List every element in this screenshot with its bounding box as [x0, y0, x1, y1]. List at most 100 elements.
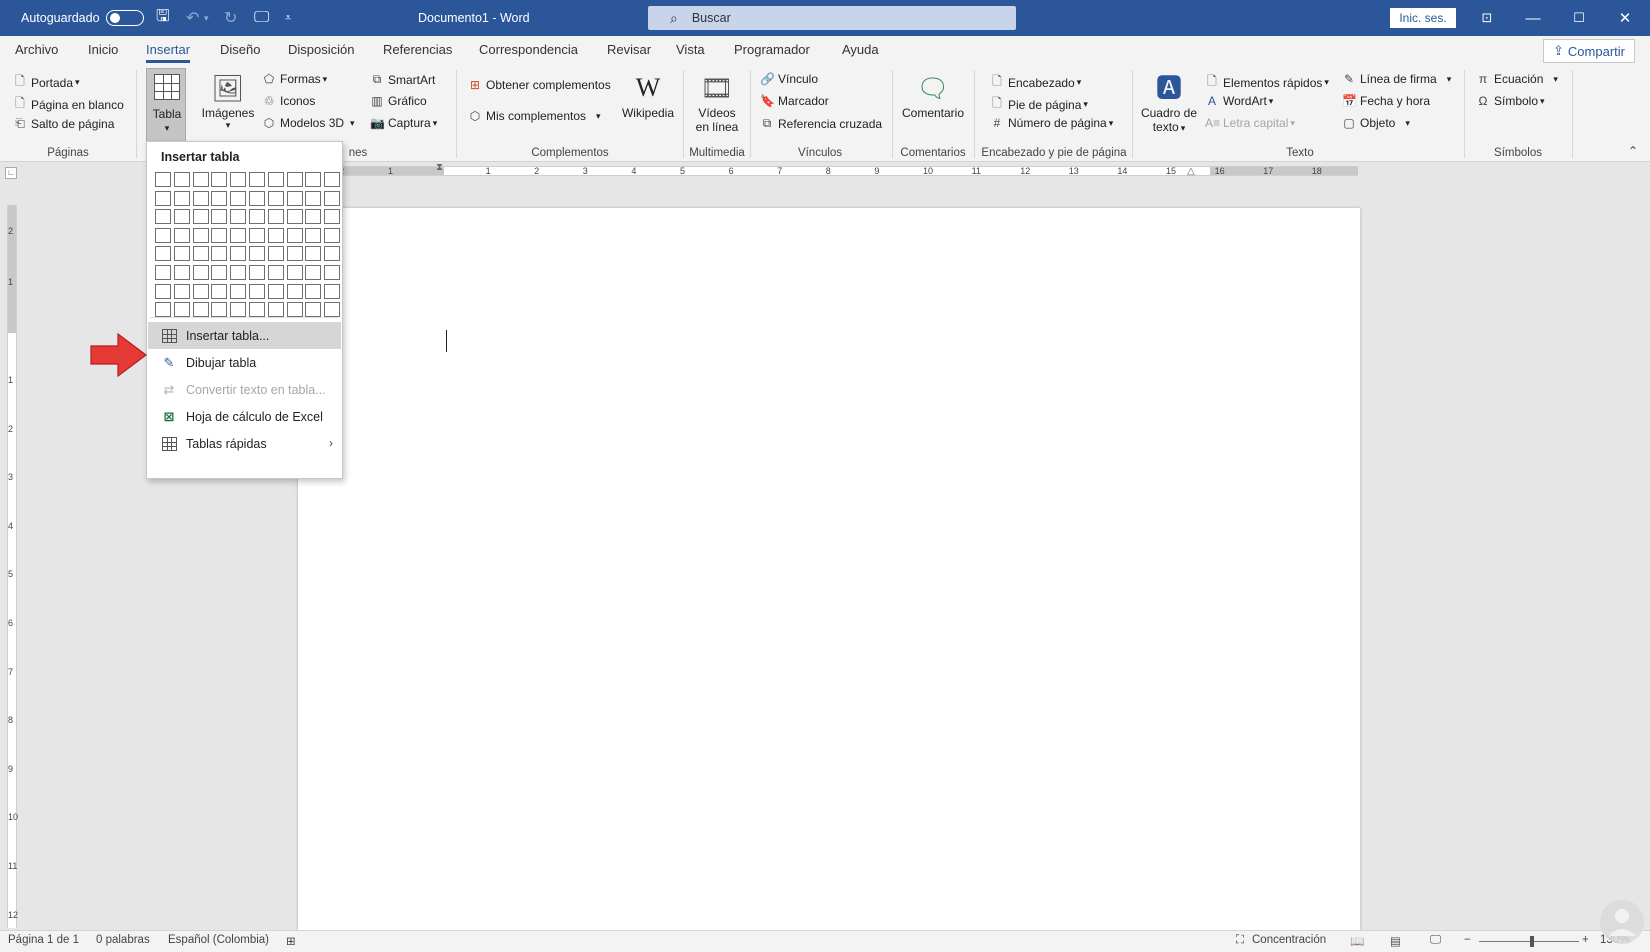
table-grid-cell[interactable] [211, 265, 228, 280]
undo-icon[interactable]: ↶ [186, 0, 199, 36]
referencia-cruzada-button[interactable]: ⧉ Referencia cruzada [760, 116, 882, 131]
table-grid-cell[interactable] [324, 190, 341, 206]
table-grid-cell[interactable] [230, 283, 247, 299]
table-grid-cell[interactable] [211, 190, 228, 206]
document-page[interactable] [298, 208, 1360, 930]
table-grid-cell[interactable] [249, 283, 265, 299]
table-grid-cell[interactable] [211, 172, 228, 187]
table-grid-cell[interactable] [249, 209, 265, 225]
comentario-button[interactable]: 🗨 Comentario [898, 70, 968, 120]
marcador-button[interactable]: 🔖 Marcador [760, 94, 829, 108]
table-grid-cell[interactable] [324, 227, 341, 243]
focus-mode[interactable]: Concentración [1252, 934, 1326, 946]
indent-marker-icon[interactable]: ⧗ [436, 162, 443, 173]
table-grid-cell[interactable] [173, 246, 190, 262]
table-grid-cell[interactable] [230, 172, 247, 187]
print-layout-icon[interactable]: ▤ [1390, 934, 1401, 948]
wikipedia-button[interactable]: W Wikipedia [618, 70, 678, 120]
table-grid-cell[interactable] [267, 172, 284, 187]
table-grid-cell[interactable] [230, 227, 247, 243]
table-grid-cell[interactable] [192, 265, 209, 280]
table-grid-cell[interactable] [173, 190, 190, 206]
accessibility-icon[interactable]: ⊞ [286, 934, 296, 948]
autosave-toggle[interactable] [106, 0, 144, 36]
table-grid-cell[interactable] [173, 302, 190, 318]
present-icon[interactable]: 🖵 [254, 0, 269, 36]
numero-de-pagina-button[interactable]: # Número de página ▾ [990, 116, 1114, 130]
tab-programador[interactable]: Programador [734, 36, 810, 64]
pagina-en-blanco-button[interactable]: 🗋 Página en blanco [13, 94, 124, 115]
table-grid-cell[interactable] [155, 172, 171, 187]
hoja-excel-item[interactable]: ⊠ Hoja de cálculo de Excel [148, 403, 341, 430]
imagenes-button[interactable]: 🖼 Imágenes ▾ [200, 70, 256, 131]
tab-inicio[interactable]: Inicio [88, 36, 118, 64]
tab-disposicion[interactable]: Disposición [288, 36, 354, 64]
insertar-tabla-item[interactable]: Insertar tabla... [148, 322, 341, 349]
table-grid-cell[interactable] [192, 246, 209, 262]
mis-complementos-button[interactable]: ⬡ Mis complementos ▾ [468, 109, 601, 123]
fecha-y-hora-button[interactable]: 📅 Fecha y hora [1342, 94, 1430, 108]
table-grid-cell[interactable] [173, 283, 190, 299]
tab-archivo[interactable]: Archivo [15, 36, 58, 64]
linea-de-firma-button[interactable]: ✎ Línea de firma ▾ [1342, 72, 1451, 86]
table-grid-cell[interactable] [173, 209, 190, 225]
grafico-button[interactable]: ▥ Gráfico [370, 94, 426, 108]
vinculo-button[interactable]: 🔗 Vínculo [760, 72, 818, 86]
zoom-in-icon[interactable]: + [1582, 934, 1589, 946]
table-grid-cell[interactable] [324, 302, 341, 318]
page-count[interactable]: Página 1 de 1 [8, 934, 79, 946]
table-grid-cell[interactable] [211, 227, 228, 243]
table-grid-cell[interactable] [249, 227, 265, 243]
collapse-ribbon-icon[interactable]: ⌃ [1628, 144, 1638, 158]
cuadro-de-texto-button[interactable]: 🅰 Cuadro de texto ▾ [1138, 70, 1200, 134]
captura-button[interactable]: 📷 Captura ▾ [370, 116, 437, 130]
table-grid-cell[interactable] [267, 209, 284, 225]
portada-button[interactable]: 🗋 Portada ▾ [13, 72, 79, 93]
table-grid-cell[interactable] [305, 190, 322, 206]
table-grid-cell[interactable] [230, 265, 247, 280]
table-grid-cell[interactable] [230, 190, 247, 206]
table-grid-cell[interactable] [286, 209, 303, 225]
table-grid-cell[interactable] [155, 209, 171, 225]
tab-vista[interactable]: Vista [676, 36, 705, 64]
table-grid-cell[interactable] [173, 265, 190, 280]
table-grid-cell[interactable] [267, 190, 284, 206]
table-grid-cell[interactable] [324, 246, 341, 262]
save-icon[interactable]: 🖫 [156, 0, 170, 36]
table-grid-cell[interactable] [267, 283, 284, 299]
table-grid-cell[interactable] [192, 227, 209, 243]
videos-en-linea-button[interactable]: 🎞 Vídeos en línea [688, 70, 746, 134]
table-grid-cell[interactable] [305, 246, 322, 262]
table-grid-cell[interactable] [211, 302, 228, 318]
table-grid-cell[interactable] [173, 227, 190, 243]
read-mode-icon[interactable]: 📖 [1350, 934, 1364, 948]
table-grid-cell[interactable] [286, 283, 303, 299]
ecuacion-button[interactable]: π Ecuación ▾ [1476, 72, 1558, 86]
table-grid-cell[interactable] [155, 246, 171, 262]
table-grid-cell[interactable] [267, 302, 284, 318]
table-grid-cell[interactable] [305, 227, 322, 243]
table-grid-cell[interactable] [324, 265, 341, 280]
signin-button[interactable]: Inic. ses. [1390, 8, 1456, 28]
table-grid-cell[interactable] [305, 302, 322, 318]
table-grid-cell[interactable] [155, 227, 171, 243]
objeto-button[interactable]: ▢ Objeto ▾ [1342, 116, 1410, 130]
table-grid-cell[interactable] [249, 246, 265, 262]
table-grid-cell[interactable] [324, 172, 341, 187]
table-grid-cell[interactable] [249, 265, 265, 280]
table-grid-cell[interactable] [155, 190, 171, 206]
table-grid-cell[interactable] [249, 172, 265, 187]
share-button[interactable]: ⇪ Compartir [1543, 39, 1635, 63]
pie-de-pagina-button[interactable]: 🗋 Pie de página ▾ [990, 94, 1088, 115]
tab-referencias[interactable]: Referencias [383, 36, 452, 64]
table-grid-cell[interactable] [249, 302, 265, 318]
zoom-slider-thumb[interactable] [1530, 936, 1534, 947]
tab-selector[interactable]: ∟ [5, 167, 17, 179]
smartart-button[interactable]: ⧉ SmartArt [370, 72, 436, 87]
table-grid-cell[interactable] [286, 172, 303, 187]
table-grid-cell[interactable] [155, 283, 171, 299]
undo-dropdown-icon[interactable]: ▾ [204, 0, 209, 36]
wordart-button[interactable]: A WordArt ▾ [1205, 94, 1273, 108]
dibujar-tabla-item[interactable]: ✎ Dibujar tabla [148, 349, 341, 376]
tab-revisar[interactable]: Revisar [607, 36, 651, 64]
